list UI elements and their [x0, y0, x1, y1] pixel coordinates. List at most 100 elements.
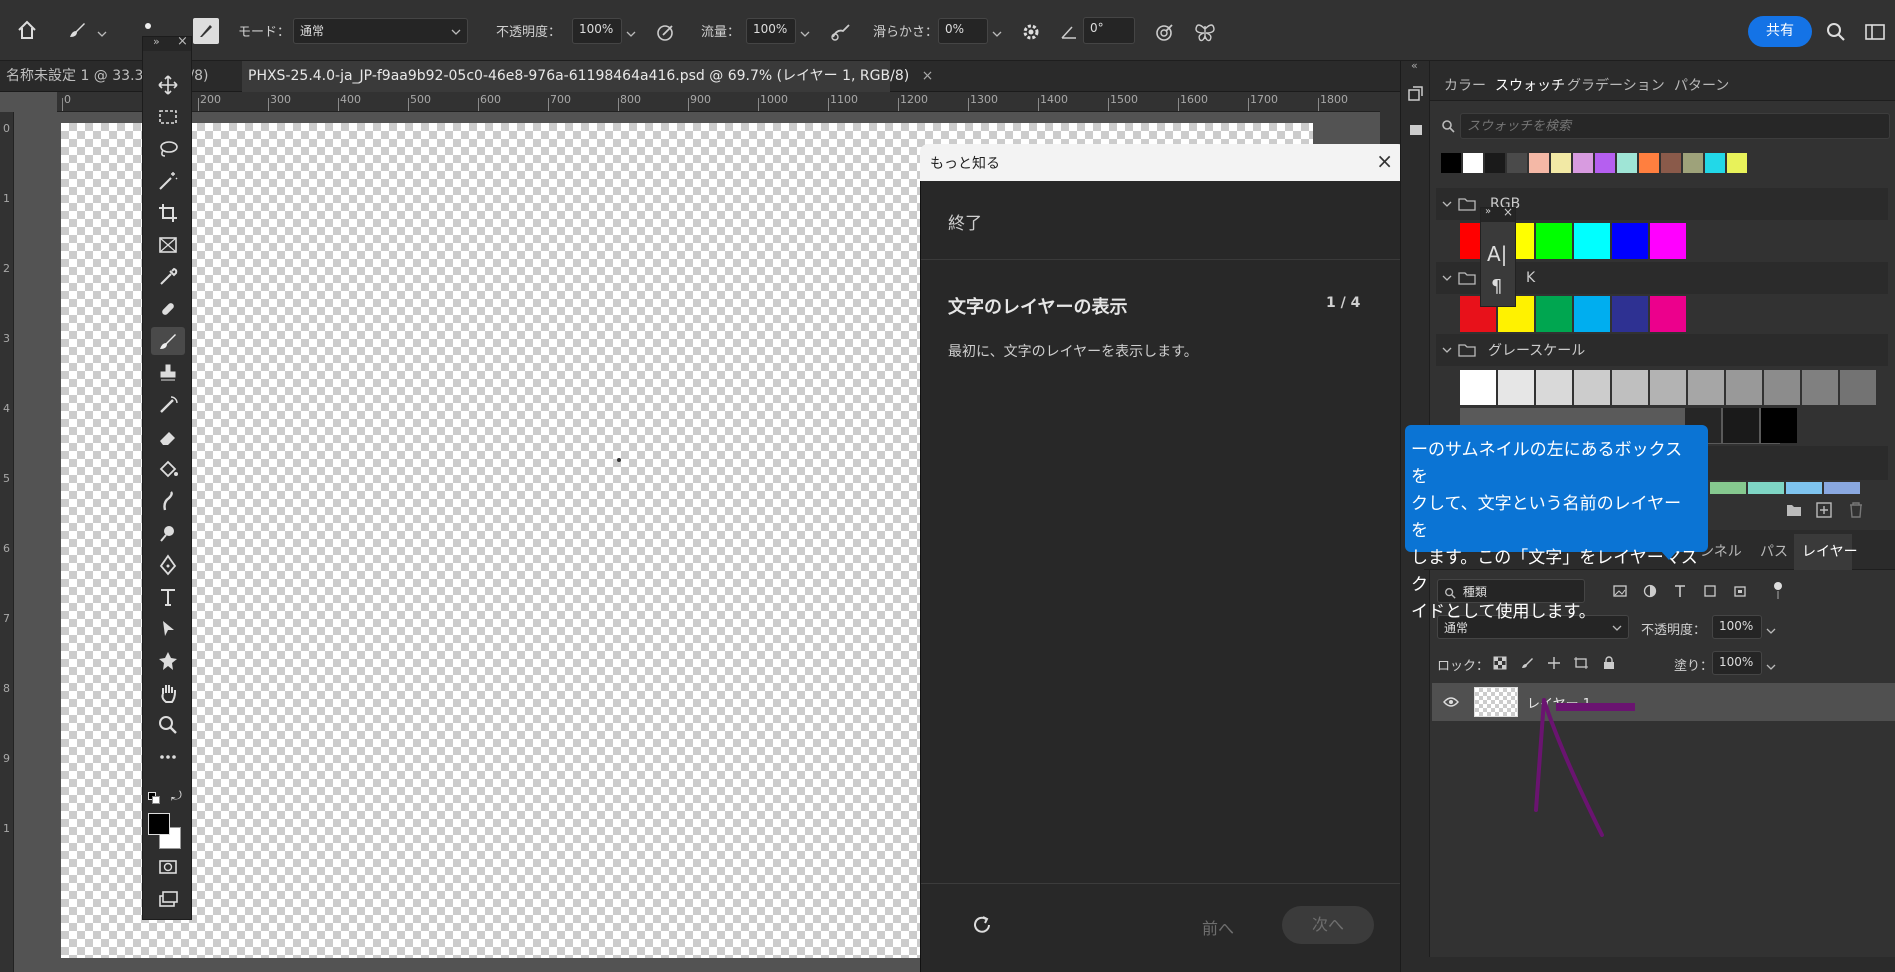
opacity-field[interactable]: 100% — [572, 18, 622, 44]
recent-swatch[interactable] — [1507, 153, 1527, 173]
gray-swatch[interactable] — [1840, 370, 1876, 405]
pressure-size-icon[interactable] — [1150, 18, 1180, 46]
airbrush-icon[interactable] — [826, 18, 856, 46]
tab-paths[interactable]: パス — [1760, 541, 1788, 561]
fill-chevron-icon[interactable] — [1766, 657, 1776, 676]
color-swatch[interactable] — [1650, 296, 1686, 332]
fill-field[interactable]: 100% — [1712, 651, 1762, 675]
dodge-tool-icon[interactable] — [151, 519, 185, 547]
smoothing-chevron-icon[interactable] — [992, 24, 1002, 43]
smoothing-field[interactable]: 0% — [938, 18, 988, 44]
recent-swatch[interactable] — [1661, 153, 1681, 173]
foreground-color-swatch[interactable] — [148, 813, 170, 835]
layer-opacity-field[interactable]: 100% — [1712, 615, 1762, 639]
gray-swatch[interactable] — [1650, 370, 1686, 405]
recent-swatch[interactable] — [1639, 153, 1659, 173]
healing-brush-tool-icon[interactable] — [151, 295, 185, 323]
brush-tool-preset-icon[interactable] — [62, 16, 92, 44]
more-tools-icon[interactable] — [151, 743, 185, 771]
path-selection-tool-icon[interactable] — [151, 615, 185, 643]
new-swatch-icon[interactable] — [1814, 500, 1834, 520]
smudge-tool-icon[interactable] — [151, 487, 185, 515]
gray-swatch[interactable] — [1802, 370, 1838, 405]
crop-tool-icon[interactable] — [151, 199, 185, 227]
gray-swatch[interactable] — [1688, 370, 1724, 405]
color-swatch[interactable] — [1574, 223, 1610, 259]
lasso-tool-icon[interactable] — [151, 135, 185, 163]
eye-icon[interactable] — [1441, 693, 1461, 711]
close-icon[interactable]: × — [177, 34, 188, 49]
gray-swatch[interactable] — [1460, 370, 1496, 405]
chevron-down-icon[interactable] — [1442, 273, 1452, 283]
frame-tool-icon[interactable] — [151, 231, 185, 259]
next-button[interactable]: 次へ — [1282, 906, 1374, 944]
recent-swatch[interactable] — [1441, 153, 1461, 173]
opacity-chevron-icon[interactable] — [626, 24, 636, 43]
type-tool-icon[interactable] — [151, 583, 185, 611]
layer-row[interactable]: レイヤー 1 — [1432, 683, 1895, 721]
end-label[interactable]: 終了 — [948, 209, 982, 234]
opacity-chevron-icon[interactable] — [1766, 621, 1776, 640]
floating-panel-header[interactable]: » × — [1481, 205, 1515, 222]
default-colors-icon[interactable] — [148, 792, 160, 804]
tab-patterns[interactable]: パターン — [1674, 75, 1729, 95]
character-panel-icon[interactable]: A| — [1487, 242, 1507, 266]
color-swatch[interactable] — [1650, 223, 1686, 259]
eyedropper-tool-icon[interactable] — [151, 263, 185, 291]
brush-settings-panel-icon[interactable] — [193, 18, 219, 44]
paragraph-panel-icon[interactable]: ¶ — [1491, 276, 1502, 297]
custom-shape-tool-icon[interactable] — [151, 647, 185, 675]
lock-transparency-icon[interactable] — [1490, 653, 1510, 673]
recent-swatch[interactable] — [1463, 153, 1483, 173]
quick-mask-icon[interactable] — [151, 853, 185, 881]
recent-swatch[interactable] — [1705, 153, 1725, 173]
eraser-tool-icon[interactable] — [151, 423, 185, 451]
gray-swatch[interactable] — [1498, 370, 1534, 405]
chevron-down-icon[interactable] — [97, 24, 107, 43]
gray-swatch[interactable] — [1612, 370, 1648, 405]
close-icon[interactable]: × — [1376, 149, 1393, 173]
prev-button[interactable]: 前へ — [1202, 915, 1234, 939]
search-icon[interactable] — [1822, 18, 1850, 46]
share-button[interactable]: 共有 — [1748, 16, 1812, 47]
layer-thumbnail[interactable] — [1474, 687, 1518, 717]
history-brush-tool-icon[interactable] — [151, 391, 185, 419]
shape-filter-icon[interactable] — [1700, 581, 1720, 601]
screen-mode-icon[interactable] — [151, 885, 185, 913]
pressure-opacity-icon[interactable] — [652, 18, 680, 46]
lock-all-icon[interactable] — [1599, 653, 1619, 673]
filter-toggle-icon[interactable] — [1768, 579, 1788, 603]
hand-tool-icon[interactable] — [151, 679, 185, 707]
smart-object-filter-icon[interactable] — [1730, 581, 1750, 601]
gray-swatch[interactable] — [1536, 370, 1572, 405]
history-panel-icon[interactable] — [1404, 81, 1428, 105]
blend-mode-select[interactable]: 通常 — [293, 18, 468, 44]
pen-tool-icon[interactable] — [151, 551, 185, 579]
home-icon[interactable] — [12, 16, 42, 44]
gray-swatch[interactable] — [1574, 370, 1610, 405]
recent-swatch[interactable] — [1485, 153, 1505, 173]
tab-close-icon[interactable]: × — [922, 68, 934, 84]
tab-psd-document[interactable]: PHXS-25.4.0-ja_JP-f9aa9b92-05c0-46e8-976… — [242, 61, 933, 92]
paint-bucket-tool-icon[interactable] — [151, 455, 185, 483]
marquee-tool-icon[interactable] — [151, 103, 185, 131]
recent-swatch[interactable] — [1617, 153, 1637, 173]
chevron-down-icon[interactable] — [1442, 199, 1452, 209]
tab-layers[interactable]: レイヤー — [1802, 541, 1858, 561]
expand-icon[interactable]: » — [1485, 206, 1491, 217]
recent-swatch[interactable] — [1683, 153, 1703, 173]
lock-position-icon[interactable] — [1544, 653, 1564, 673]
color-swatch[interactable] — [1612, 296, 1648, 332]
new-group-icon[interactable] — [1784, 500, 1804, 520]
learn-end-row[interactable]: 終了 — [921, 181, 1407, 260]
trash-icon[interactable] — [1846, 500, 1866, 520]
tab-gradients[interactable]: グラデーション — [1567, 75, 1665, 95]
workspace-icon[interactable] — [1860, 18, 1890, 46]
gear-icon[interactable] — [1017, 18, 1045, 46]
tools-panel-header[interactable]: » × — [143, 34, 191, 51]
flow-chevron-icon[interactable] — [800, 24, 810, 43]
clone-stamp-tool-icon[interactable] — [151, 359, 185, 387]
zoom-tool-icon[interactable] — [151, 711, 185, 739]
lock-artboard-icon[interactable] — [1571, 653, 1591, 673]
swatch-group-grayscale[interactable]: グレースケール — [1436, 334, 1888, 366]
